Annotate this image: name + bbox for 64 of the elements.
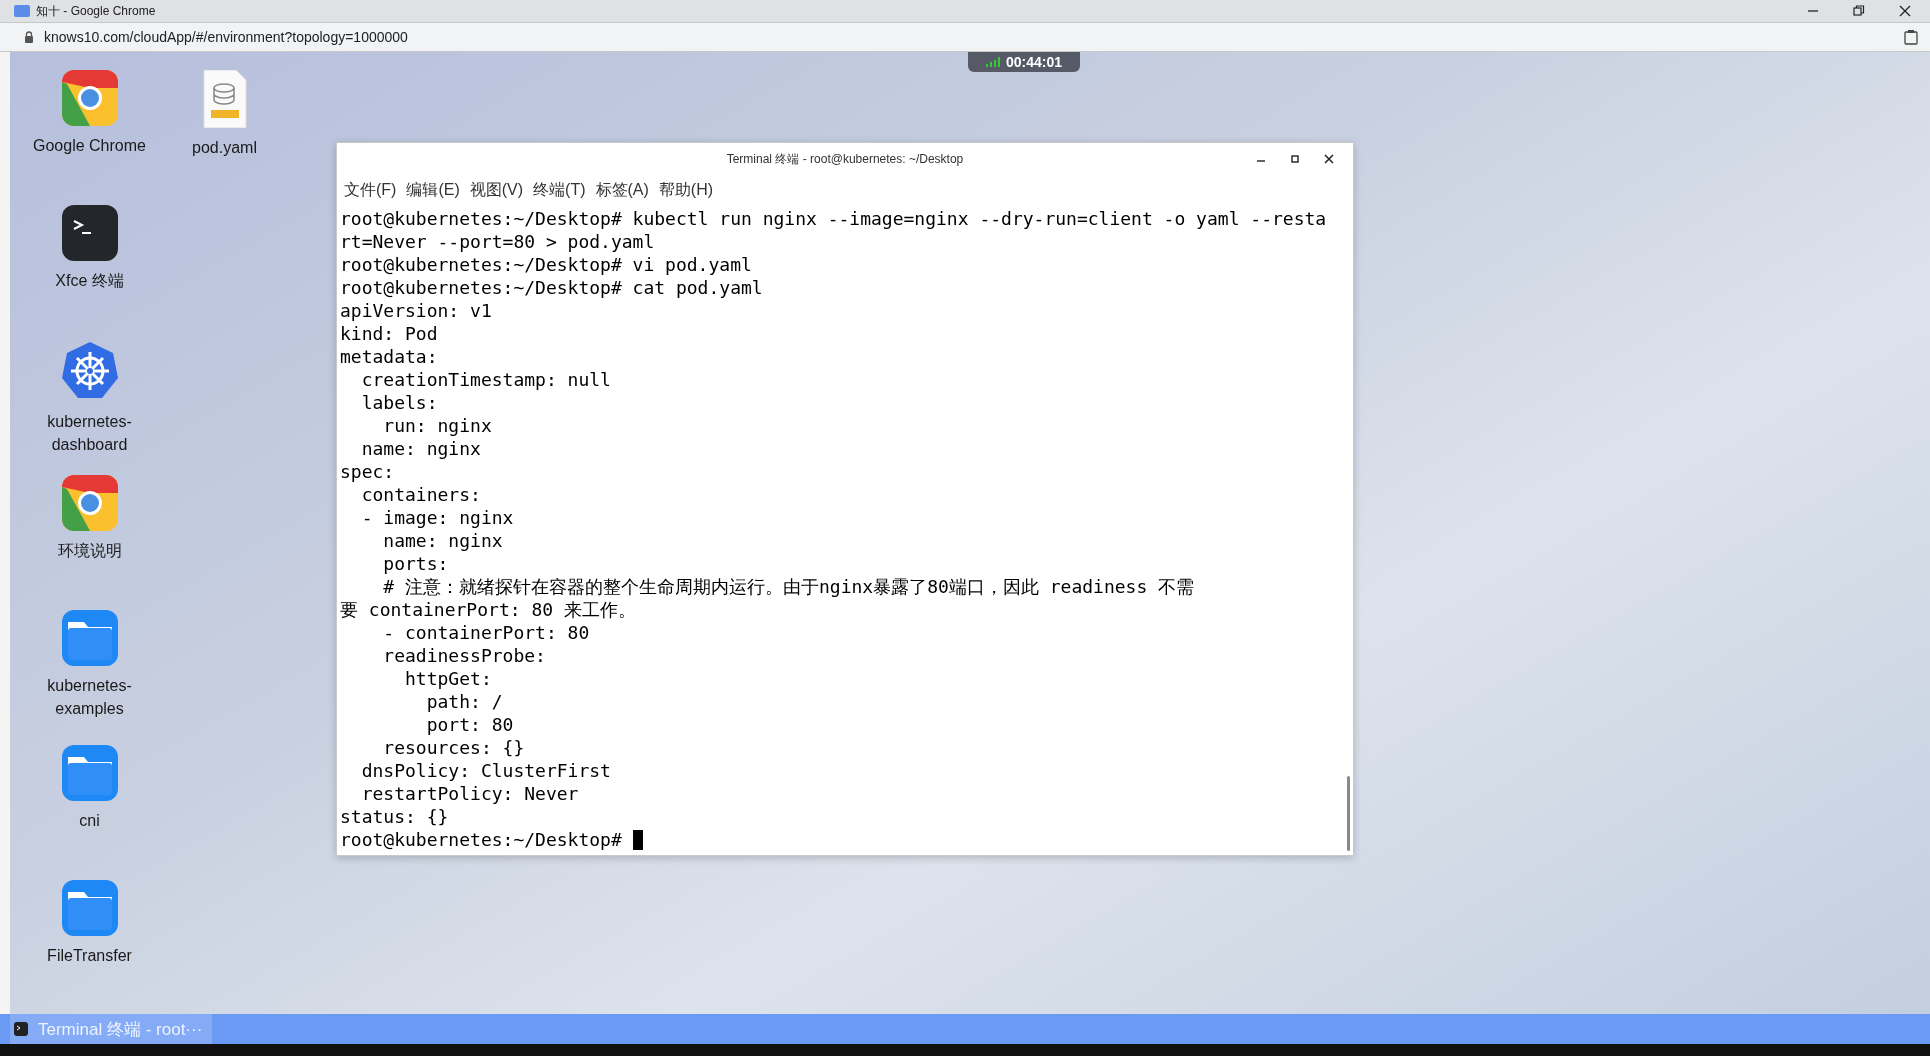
desktop-icon-label[interactable]: 环境说明: [57, 539, 122, 562]
desktop-icon-label[interactable]: kubernetes-examples: [24, 674, 155, 720]
yaml-file-icon[interactable]: [201, 70, 248, 128]
address-bar[interactable]: knows10.com/cloudApp/#/environment?topology=1000000: [0, 22, 1930, 52]
terminal-line: readinessProbe:: [382, 644, 546, 667]
restore-icon[interactable]: [1852, 4, 1866, 18]
terminal-line: httpGet:: [404, 667, 492, 690]
terminal-line: 要 containerPort: 80 来工作。: [340, 598, 636, 621]
window-title: 知十 - Google Chrome: [36, 2, 157, 20]
terminal-line: resources: {}: [382, 736, 525, 759]
terminal-line: ports:: [382, 552, 449, 575]
scrollbar-thumb[interactable]: [1347, 776, 1350, 851]
close-icon[interactable]: [1898, 4, 1912, 18]
url-text: knows10.com/cloudApp/#/environment?topology=1000000: [44, 29, 409, 45]
terminal-line: dnsPolicy: ClusterFirst: [360, 759, 611, 782]
terminal-line: restartPolicy: Never: [360, 782, 579, 805]
folder-icon[interactable]: [61, 745, 118, 801]
signal-icon: [985, 57, 1000, 67]
terminal-line: root@kubernetes:~/Desktop# vi pod.yaml: [340, 253, 752, 276]
folder-icon[interactable]: [61, 880, 118, 936]
site-favicon-icon: [14, 5, 30, 17]
menu-item[interactable]: 视图(V): [469, 179, 524, 201]
terminal-line: apiVersion: v1: [340, 299, 492, 322]
close-icon[interactable]: [1323, 153, 1335, 165]
folder-icon[interactable]: [61, 610, 118, 666]
desktop-icon-label[interactable]: kubernetes-dashboard: [24, 410, 155, 456]
terminal-line: name: nginx: [360, 437, 481, 460]
chrome-logo-icon[interactable]: [61, 475, 118, 531]
terminal-title: Terminal 终端 - root@kubernetes: ~/Desktop: [726, 150, 964, 168]
terminal-line: root@kubernetes:~/Desktop#: [340, 828, 623, 851]
menu-item[interactable]: 文件(F): [344, 179, 397, 201]
terminal-line: path: /: [425, 690, 503, 713]
terminal-line: root@kubernetes:~/Desktop# cat pod.yaml: [340, 276, 763, 299]
menu-item[interactable]: 帮助(H): [658, 179, 714, 201]
terminal-line: root@kubernetes:~/Desktop# kubectl run nginx --image=nginx --dry-run=client -o yaml --resta: [340, 207, 1327, 230]
clipboard-icon[interactable]: [1904, 29, 1918, 45]
desktop-icon-label[interactable]: Google Chrome: [33, 134, 146, 157]
terminal-line: name: nginx: [382, 529, 503, 552]
terminal-line: status: {}: [340, 805, 449, 828]
terminal-line: run: nginx: [382, 414, 492, 437]
terminal-line: kind: Pod: [340, 322, 438, 345]
terminal-line: metadata:: [340, 345, 438, 368]
chrome-logo-icon[interactable]: [61, 70, 118, 126]
terminal-icon[interactable]: [61, 205, 118, 261]
desktop-icon-label[interactable]: cni: [79, 809, 100, 832]
lock-icon: [24, 31, 34, 43]
menu-item[interactable]: 标签(A): [595, 179, 649, 201]
terminal-line: creationTimestamp: null: [360, 368, 611, 391]
terminal-line: rt=Never --port=80 > pod.yaml: [340, 230, 655, 253]
terminal-line: spec:: [340, 460, 395, 483]
terminal-line: - containerPort: 80: [382, 621, 590, 644]
desktop-icon-label[interactable]: FileTransfer: [47, 944, 132, 967]
desktop-icon-label[interactable]: Xfce 终端: [55, 269, 124, 292]
terminal-line: labels:: [360, 391, 438, 414]
terminal-line: port: 80: [425, 713, 514, 736]
menu-item[interactable]: 终端(T): [533, 179, 586, 201]
terminal-icon: [14, 1022, 28, 1036]
maximize-icon[interactable]: [1289, 153, 1301, 165]
terminal-line: # 注意：就绪探针在容器的整个生命周期内运行。由于nginx暴露了80端口，因此 readiness 不需: [382, 575, 1195, 598]
terminal-line: containers:: [360, 483, 481, 506]
desktop-icon-label[interactable]: pod.yaml: [192, 136, 257, 159]
menu-item[interactable]: 编辑(E): [406, 179, 460, 201]
terminal-line: - image: nginx: [360, 506, 514, 529]
timer-text: 00:44:01: [1005, 54, 1062, 70]
